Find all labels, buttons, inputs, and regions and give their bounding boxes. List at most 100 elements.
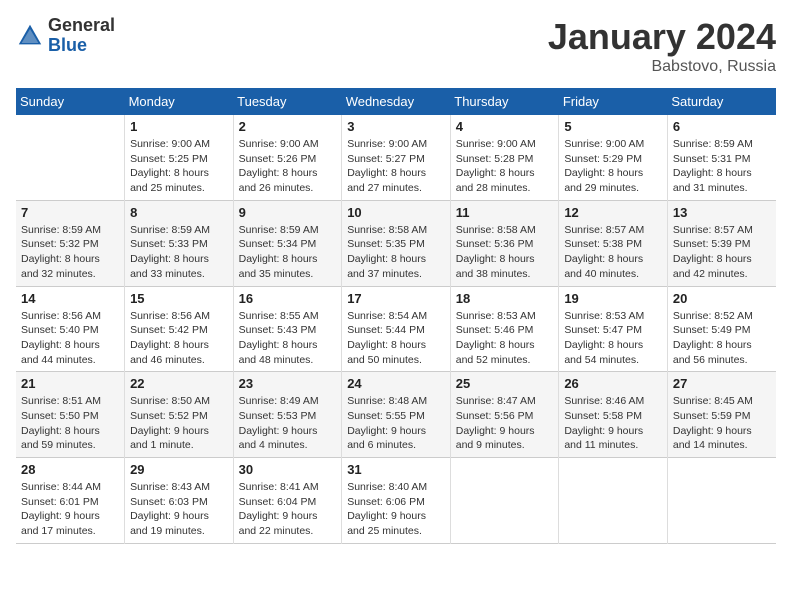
calendar-cell: 14Sunrise: 8:56 AMSunset: 5:40 PMDayligh… [16, 286, 125, 372]
week-row: 14Sunrise: 8:56 AMSunset: 5:40 PMDayligh… [16, 286, 776, 372]
calendar-cell [559, 458, 668, 544]
day-number: 27 [673, 376, 771, 391]
calendar-cell: 21Sunrise: 8:51 AMSunset: 5:50 PMDayligh… [16, 372, 125, 458]
day-number: 29 [130, 462, 228, 477]
day-info: Sunrise: 8:43 AMSunset: 6:03 PMDaylight:… [130, 480, 228, 539]
day-info: Sunrise: 8:57 AMSunset: 5:38 PMDaylight:… [564, 223, 662, 282]
day-info: Sunrise: 8:51 AMSunset: 5:50 PMDaylight:… [21, 394, 119, 453]
day-info: Sunrise: 8:58 AMSunset: 5:35 PMDaylight:… [347, 223, 445, 282]
calendar-cell: 19Sunrise: 8:53 AMSunset: 5:47 PMDayligh… [559, 286, 668, 372]
calendar-title: January 2024 [548, 16, 776, 58]
calendar-cell: 2Sunrise: 9:00 AMSunset: 5:26 PMDaylight… [233, 115, 342, 200]
day-number: 25 [456, 376, 554, 391]
day-number: 2 [239, 119, 337, 134]
day-info: Sunrise: 8:41 AMSunset: 6:04 PMDaylight:… [239, 480, 337, 539]
week-row: 7 Sunrise: 8:59 AMSunset: 5:32 PMDaylight… [16, 200, 776, 286]
day-info: Sunrise: 8:53 AMSunset: 5:47 PMDaylight:… [564, 309, 662, 368]
calendar-cell: 15 Sunrise: 8:56 AMSunset: 5:42 PMDayligh… [125, 286, 234, 372]
calendar-cell: 12 Sunrise: 8:57 AMSunset: 5:38 PMDayligh… [559, 200, 668, 286]
calendar-cell: 24Sunrise: 8:48 AMSunset: 5:55 PMDayligh… [342, 372, 451, 458]
calendar-cell: 29 Sunrise: 8:43 AMSunset: 6:03 PMDayligh… [125, 458, 234, 544]
calendar-cell: 18Sunrise: 8:53 AMSunset: 5:46 PMDayligh… [450, 286, 559, 372]
day-number: 14 [21, 291, 119, 306]
title-block: January 2024 Babstovo, Russia [548, 16, 776, 76]
week-row: 1 Sunrise: 9:00 AMSunset: 5:25 PMDaylight… [16, 115, 776, 200]
week-row: 21Sunrise: 8:51 AMSunset: 5:50 PMDayligh… [16, 372, 776, 458]
day-number: 20 [673, 291, 771, 306]
calendar-cell: 20Sunrise: 8:52 AMSunset: 5:49 PMDayligh… [667, 286, 776, 372]
calendar-cell: 6Sunrise: 8:59 AMSunset: 5:31 PMDaylight… [667, 115, 776, 200]
day-info: Sunrise: 8:58 AMSunset: 5:36 PMDaylight:… [456, 223, 554, 282]
day-info: Sunrise: 8:49 AMSunset: 5:53 PMDaylight:… [239, 394, 337, 453]
header-day-thursday: Thursday [450, 88, 559, 115]
header-day-friday: Friday [559, 88, 668, 115]
day-number: 9 [239, 205, 337, 220]
day-number: 10 [347, 205, 445, 220]
day-info: Sunrise: 8:57 AMSunset: 5:39 PMDaylight:… [673, 223, 771, 282]
calendar-cell: 7 Sunrise: 8:59 AMSunset: 5:32 PMDaylight… [16, 200, 125, 286]
calendar-cell: 5 Sunrise: 9:00 AMSunset: 5:29 PMDaylight… [559, 115, 668, 200]
day-info: Sunrise: 8:48 AMSunset: 5:55 PMDaylight:… [347, 394, 445, 453]
day-number: 31 [347, 462, 445, 477]
header-day-tuesday: Tuesday [233, 88, 342, 115]
calendar-cell: 25 Sunrise: 8:47 AMSunset: 5:56 PMDayligh… [450, 372, 559, 458]
calendar-cell: 8Sunrise: 8:59 AMSunset: 5:33 PMDaylight… [125, 200, 234, 286]
page-header: General Blue January 2024 Babstovo, Russ… [16, 16, 776, 76]
day-number: 18 [456, 291, 554, 306]
day-number: 7 [21, 205, 119, 220]
calendar-cell: 27 Sunrise: 8:45 AMSunset: 5:59 PMDayligh… [667, 372, 776, 458]
day-info: Sunrise: 8:54 AMSunset: 5:44 PMDaylight:… [347, 309, 445, 368]
day-number: 28 [21, 462, 119, 477]
day-number: 1 [130, 119, 228, 134]
day-number: 11 [456, 205, 554, 220]
calendar-cell: 26 Sunrise: 8:46 AMSunset: 5:58 PMDayligh… [559, 372, 668, 458]
calendar-cell: 23 Sunrise: 8:49 AMSunset: 5:53 PMDayligh… [233, 372, 342, 458]
day-info: Sunrise: 8:50 AMSunset: 5:52 PMDaylight:… [130, 394, 228, 453]
header-row: SundayMondayTuesdayWednesdayThursdayFrid… [16, 88, 776, 115]
day-number: 23 [239, 376, 337, 391]
day-number: 3 [347, 119, 445, 134]
calendar-cell [16, 115, 125, 200]
day-number: 22 [130, 376, 228, 391]
calendar-cell [450, 458, 559, 544]
calendar-cell: 11 Sunrise: 8:58 AMSunset: 5:36 PMDayligh… [450, 200, 559, 286]
header-day-saturday: Saturday [667, 88, 776, 115]
calendar-table: SundayMondayTuesdayWednesdayThursdayFrid… [16, 88, 776, 544]
day-number: 26 [564, 376, 662, 391]
calendar-cell: 10 Sunrise: 8:58 AMSunset: 5:35 PMDayligh… [342, 200, 451, 286]
calendar-cell: 22 Sunrise: 8:50 AMSunset: 5:52 PMDayligh… [125, 372, 234, 458]
day-number: 5 [564, 119, 662, 134]
calendar-cell: 4 Sunrise: 9:00 AMSunset: 5:28 PMDaylight… [450, 115, 559, 200]
day-info: Sunrise: 9:00 AMSunset: 5:28 PMDaylight:… [456, 137, 554, 196]
logo-blue: Blue [48, 36, 115, 56]
header-day-sunday: Sunday [16, 88, 125, 115]
calendar-cell: 13Sunrise: 8:57 AMSunset: 5:39 PMDayligh… [667, 200, 776, 286]
calendar-cell: 28Sunrise: 8:44 AMSunset: 6:01 PMDayligh… [16, 458, 125, 544]
day-number: 6 [673, 119, 771, 134]
day-info: Sunrise: 8:47 AMSunset: 5:56 PMDaylight:… [456, 394, 554, 453]
day-info: Sunrise: 8:56 AMSunset: 5:42 PMDaylight:… [130, 309, 228, 368]
day-info: Sunrise: 9:00 AMSunset: 5:25 PMDaylight:… [130, 137, 228, 196]
calendar-cell: 1 Sunrise: 9:00 AMSunset: 5:25 PMDaylight… [125, 115, 234, 200]
calendar-body: 1 Sunrise: 9:00 AMSunset: 5:25 PMDaylight… [16, 115, 776, 543]
day-info: Sunrise: 8:59 AMSunset: 5:32 PMDaylight:… [21, 223, 119, 282]
header-day-wednesday: Wednesday [342, 88, 451, 115]
day-number: 30 [239, 462, 337, 477]
day-info: Sunrise: 8:45 AMSunset: 5:59 PMDaylight:… [673, 394, 771, 453]
day-info: Sunrise: 9:00 AMSunset: 5:29 PMDaylight:… [564, 137, 662, 196]
calendar-cell: 9 Sunrise: 8:59 AMSunset: 5:34 PMDaylight… [233, 200, 342, 286]
calendar-header: SundayMondayTuesdayWednesdayThursdayFrid… [16, 88, 776, 115]
calendar-cell: 17 Sunrise: 8:54 AMSunset: 5:44 PMDayligh… [342, 286, 451, 372]
day-info: Sunrise: 8:40 AMSunset: 6:06 PMDaylight:… [347, 480, 445, 539]
logo: General Blue [16, 16, 115, 56]
day-info: Sunrise: 8:46 AMSunset: 5:58 PMDaylight:… [564, 394, 662, 453]
day-info: Sunrise: 8:59 AMSunset: 5:34 PMDaylight:… [239, 223, 337, 282]
calendar-cell: 31 Sunrise: 8:40 AMSunset: 6:06 PMDayligh… [342, 458, 451, 544]
calendar-cell: 30 Sunrise: 8:41 AMSunset: 6:04 PMDayligh… [233, 458, 342, 544]
day-number: 17 [347, 291, 445, 306]
logo-icon [16, 22, 44, 50]
day-number: 4 [456, 119, 554, 134]
day-number: 16 [239, 291, 337, 306]
day-number: 12 [564, 205, 662, 220]
day-number: 15 [130, 291, 228, 306]
